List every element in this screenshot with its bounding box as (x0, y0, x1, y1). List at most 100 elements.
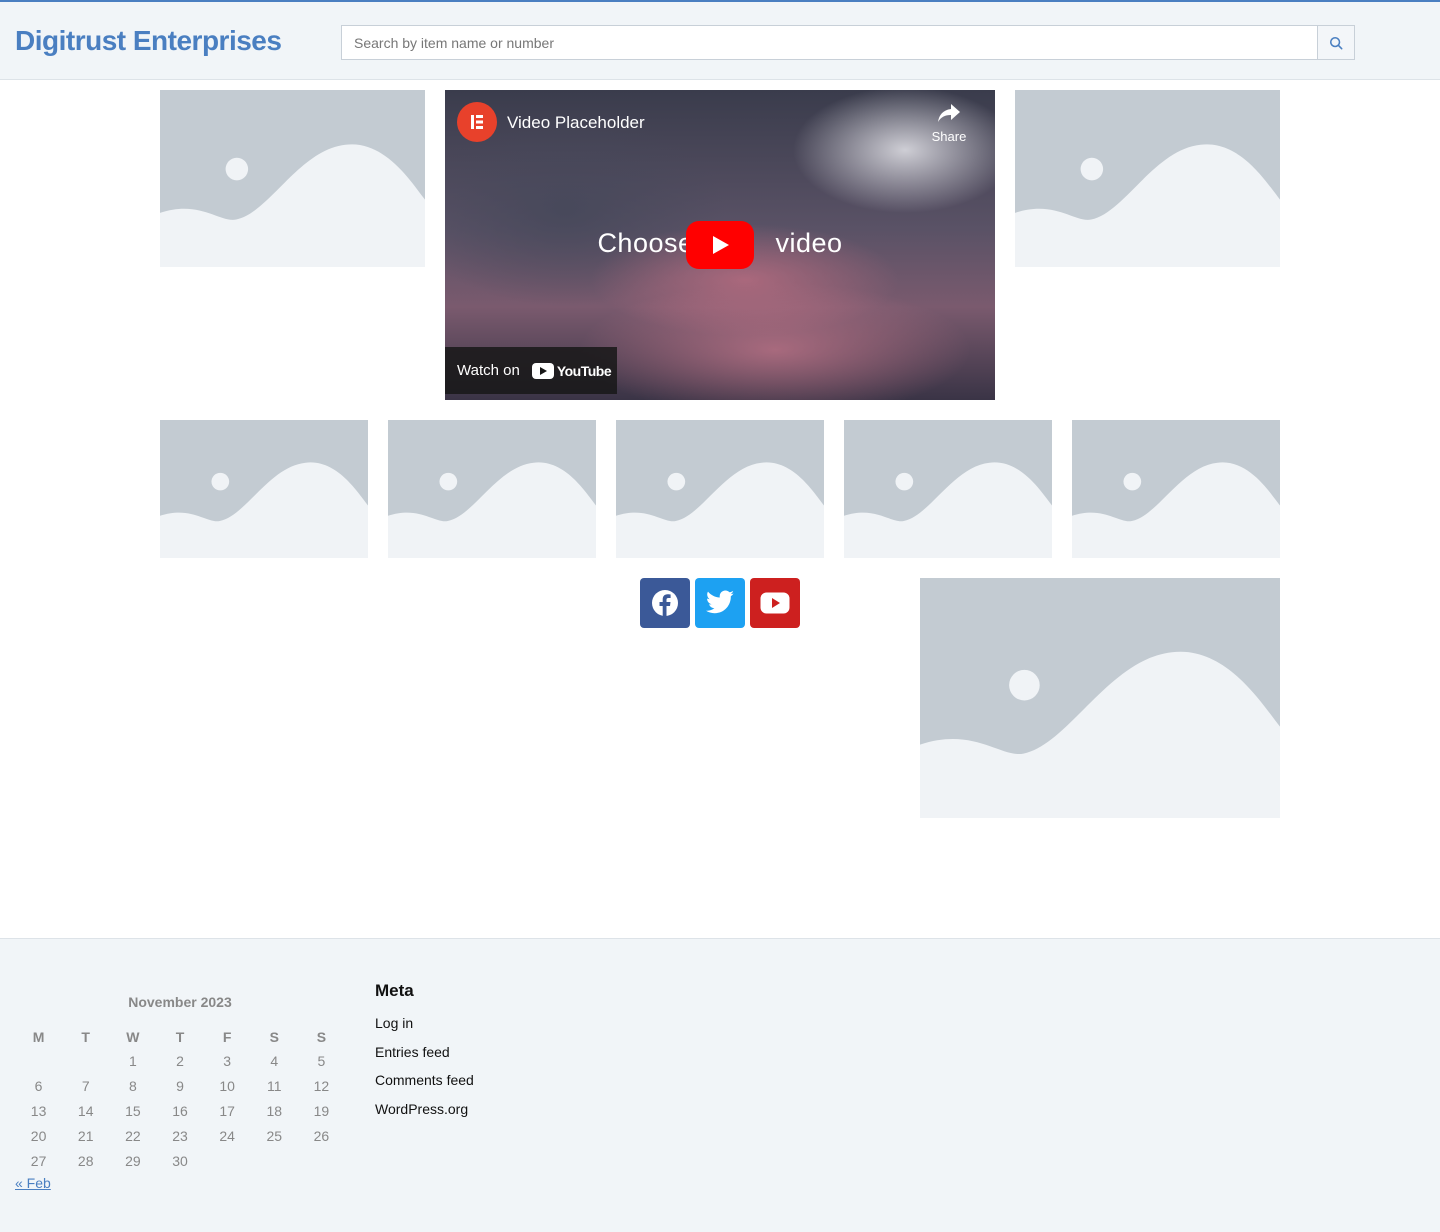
calendar-day: 12 (313, 1078, 330, 1095)
calendar-day: 30 (172, 1152, 188, 1169)
calendar-day: 26 (313, 1127, 330, 1144)
calendar-empty-cell (62, 1049, 109, 1074)
watch-on-youtube-button[interactable]: Watch on YouTube (445, 347, 617, 394)
image-placeholder-icon (160, 420, 368, 558)
share-icon (938, 104, 960, 122)
calendar-day: 28 (77, 1152, 94, 1169)
play-button[interactable] (686, 221, 754, 269)
site-title[interactable]: Digitrust Enterprises (15, 25, 282, 57)
calendar-week-row: 13 14 15 16 17 18 19 (15, 1099, 345, 1124)
image-placeholder (616, 420, 824, 558)
youtube-play-icon (531, 362, 554, 379)
calendar-empty-cell (204, 1148, 251, 1173)
calendar-day: 18 (266, 1102, 283, 1119)
calendar-day: 16 (172, 1102, 188, 1119)
search-form (341, 25, 1355, 60)
calendar-empty-cell (251, 1148, 298, 1173)
calendar-day: 9 (176, 1078, 184, 1095)
calendar-day: 11 (267, 1078, 282, 1095)
overlay-text-right: video (775, 228, 843, 258)
calendar-day: 6 (34, 1078, 43, 1095)
weekday-label: F (222, 1029, 232, 1045)
calendar-day: 27 (30, 1152, 47, 1169)
calendar-day: 7 (81, 1078, 90, 1095)
calendar-day: 17 (219, 1102, 235, 1119)
youtube-button[interactable] (750, 578, 800, 628)
meta-link-comments-feed[interactable]: Comments feed (375, 1072, 474, 1089)
weekday-label: W (126, 1029, 140, 1045)
meta-link-wordpress-org[interactable]: WordPress.org (375, 1101, 474, 1118)
twitter-icon (705, 590, 734, 614)
weekday-label: M (32, 1029, 45, 1045)
calendar-day: 2 (176, 1053, 184, 1070)
image-placeholder-icon (920, 578, 1280, 818)
calendar-day: 19 (313, 1102, 330, 1119)
calendar-widget: November 2023 M T W T F S S 1 2 3 4 5 6 7 8 9 10 1… (15, 994, 345, 1173)
weekday-label: S (269, 1029, 279, 1045)
calendar-day: 3 (223, 1053, 232, 1070)
image-placeholder (160, 420, 368, 558)
elementor-logo-icon[interactable] (457, 102, 497, 142)
youtube-video-embed[interactable]: Video Placeholder Share Choose video Watc… (445, 90, 995, 400)
video-title[interactable]: Video Placeholder (507, 113, 645, 133)
image-placeholder-icon (160, 90, 425, 267)
image-placeholder (388, 420, 596, 558)
calendar-empty-cell (15, 1049, 62, 1074)
calendar-day: 20 (30, 1127, 47, 1144)
weekday-label: T (175, 1029, 185, 1045)
image-placeholder-icon (388, 420, 596, 558)
search-icon (1329, 36, 1343, 49)
meta-widget: Meta Log in Entries feed Comments feed W… (375, 981, 474, 1129)
share-button[interactable]: Share (931, 102, 967, 144)
calendar-day: 4 (270, 1053, 279, 1070)
calendar-weekday-row: M T W T F S S (15, 1025, 345, 1049)
main-content: Video Placeholder Share Choose video Watc… (0, 80, 1440, 938)
search-button[interactable] (1317, 25, 1355, 60)
calendar-empty-cell (298, 1148, 345, 1173)
image-placeholder (160, 90, 425, 267)
weekday-label: T (81, 1029, 90, 1045)
calendar-week-row: 27 28 29 30 (15, 1148, 345, 1173)
overlay-text-left: Choose (597, 228, 694, 258)
image-placeholder-icon (844, 420, 1052, 558)
image-placeholder (920, 578, 1280, 818)
meta-link-entries-feed[interactable]: Entries feed (375, 1044, 474, 1061)
play-icon (713, 236, 729, 254)
calendar-prev-month-link[interactable]: « Feb (15, 1175, 51, 1191)
facebook-button[interactable] (640, 578, 690, 628)
image-placeholder-icon (1072, 420, 1280, 558)
image-placeholder (844, 420, 1052, 558)
calendar-day: 13 (30, 1102, 47, 1119)
calendar-week-row: 6 7 8 9 10 11 12 (15, 1074, 345, 1099)
calendar-table: M T W T F S S 1 2 3 4 5 6 7 8 9 10 11 12 13 14 15 16 17 1… (15, 1025, 345, 1173)
calendar-day: 23 (172, 1127, 188, 1144)
calendar-day: 22 (125, 1127, 141, 1144)
twitter-button[interactable] (695, 578, 745, 628)
calendar-day: 8 (128, 1078, 137, 1095)
image-placeholder-icon (616, 420, 824, 558)
youtube-logo: YouTube (531, 362, 612, 379)
calendar-day: 21 (77, 1127, 94, 1144)
weekday-label: S (316, 1029, 327, 1045)
calendar-day: 14 (77, 1102, 94, 1119)
image-placeholder-icon (1015, 90, 1280, 267)
calendar-week-row: 20 21 22 23 24 25 26 (15, 1123, 345, 1148)
calendar-day: 15 (125, 1102, 141, 1119)
share-label: Share (931, 129, 967, 144)
calendar-week-row: 1 2 3 4 5 (15, 1049, 345, 1074)
image-placeholder (1015, 90, 1280, 267)
calendar-caption: November 2023 (128, 994, 232, 1010)
calendar-day: 1 (128, 1053, 137, 1070)
calendar-day: 10 (219, 1078, 235, 1095)
image-placeholder (1072, 420, 1280, 558)
facebook-icon (652, 590, 678, 616)
meta-link-log-in[interactable]: Log in (375, 1015, 474, 1032)
calendar-day: 29 (125, 1152, 141, 1169)
calendar-day: 25 (266, 1127, 283, 1144)
youtube-wordmark: YouTube (556, 362, 612, 379)
youtube-icon (760, 592, 790, 614)
search-input[interactable] (341, 25, 1317, 60)
calendar-day: 24 (219, 1127, 235, 1144)
meta-heading: Meta (375, 981, 414, 1000)
calendar-day: 5 (317, 1053, 326, 1070)
